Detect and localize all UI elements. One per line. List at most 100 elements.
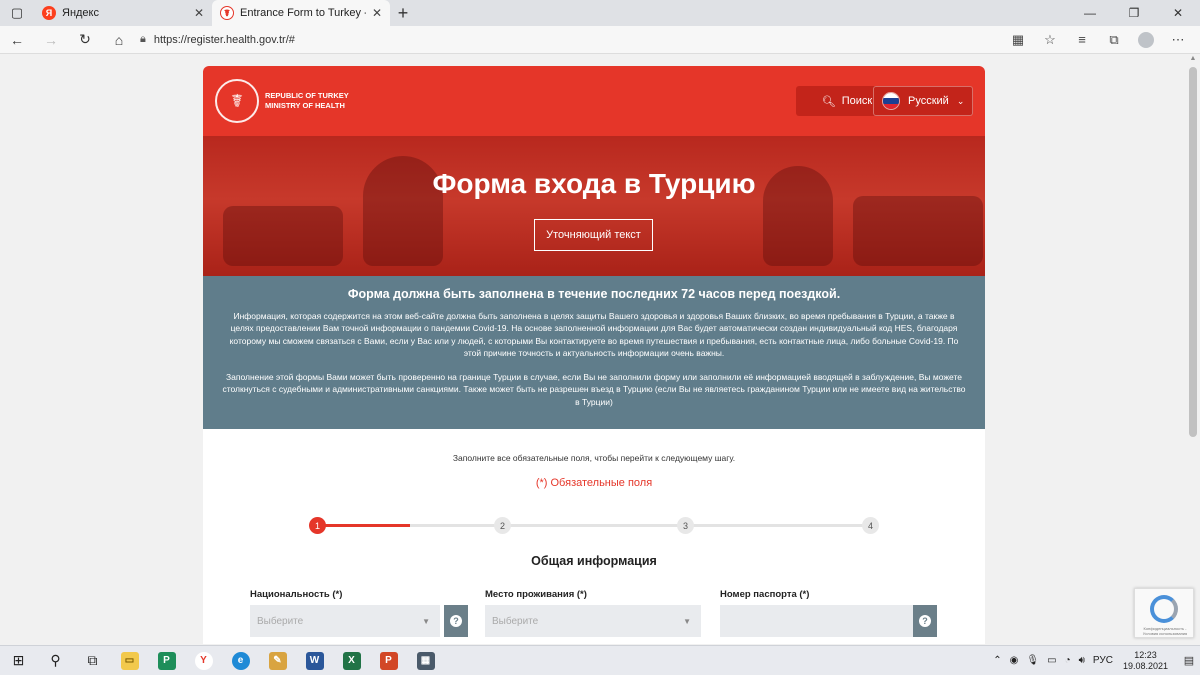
close-tab-icon[interactable]: ✕	[372, 6, 382, 20]
step-3[interactable]: 3	[677, 517, 694, 534]
passport-help-button[interactable]: ?	[913, 605, 937, 637]
tray-app-icon[interactable]: ◉	[1010, 655, 1019, 666]
chevron-down-icon: ⌄	[956, 95, 965, 106]
question-icon: ?	[450, 615, 462, 627]
tab-actions-icon[interactable]: ▢	[0, 0, 34, 26]
favorites-icon[interactable]: ≡	[1066, 26, 1098, 54]
stepper-progress	[318, 524, 410, 527]
residence-select[interactable]: Выберите ▼	[485, 605, 701, 637]
tab-entrance-form[interactable]: ☤ Entrance Form to Turkey - Sağlık ✕	[212, 0, 390, 26]
hero-bg-seat	[853, 196, 983, 266]
back-arrow-icon[interactable]: ←	[0, 26, 34, 54]
language-label: Русский	[908, 95, 949, 107]
battery-icon[interactable]: ▭	[1047, 655, 1056, 666]
info-paragraph-1: Информация, которая содержится на этом в…	[229, 311, 959, 358]
url-text: https://register.health.gov.tr/#	[153, 33, 295, 46]
step-2[interactable]: 2	[494, 517, 511, 534]
health-ministry-favicon-icon: ☤	[220, 6, 234, 20]
logo-line-1: REPUBLIC OF TURKEY	[265, 91, 349, 100]
language-indicator[interactable]: РУС	[1093, 655, 1113, 666]
refresh-icon[interactable]: ↻	[68, 26, 102, 54]
tray-chevron-up-icon[interactable]: ⌃	[993, 655, 1001, 666]
scrollbar-thumb[interactable]	[1189, 67, 1197, 437]
passport-number-label: Номер паспорта (*)	[720, 589, 810, 600]
site-header: ☤ REPUBLIC OF TURKEY MINISTRY OF HEALTH …	[203, 66, 985, 136]
window-controls: — ❐ ✕	[1068, 0, 1200, 26]
recaptcha-icon	[1150, 595, 1178, 623]
calculator-icon[interactable]: ▦	[407, 646, 444, 675]
powerpoint-icon[interactable]: P	[370, 646, 407, 675]
yandex-browser-icon[interactable]: Y	[185, 646, 222, 675]
dropdown-arrow-icon: ▼	[422, 617, 430, 626]
collections-icon[interactable]: ⧉	[1098, 26, 1130, 54]
tab-label: Entrance Form to Turkey - Sağlık	[240, 7, 366, 19]
ministry-logo-icon[interactable]: ☤	[215, 79, 259, 123]
language-select[interactable]: Русский ⌄	[873, 86, 973, 116]
notifications-icon[interactable]: ▤	[1178, 646, 1200, 675]
avatar	[1138, 31, 1154, 48]
publisher-icon[interactable]: P	[148, 646, 185, 675]
clock-date: 19.08.2021	[1122, 660, 1168, 671]
passport-number-input[interactable]	[720, 605, 913, 637]
favorite-add-icon[interactable]: ☆	[1034, 26, 1066, 54]
excel-icon[interactable]: X	[333, 646, 370, 675]
volume-icon[interactable]: 🔊︎	[1079, 655, 1085, 666]
url-field[interactable]: 🔒︎ https://register.health.gov.tr/#	[140, 33, 1002, 46]
nationality-placeholder: Выберите	[257, 615, 304, 627]
word-icon[interactable]: W	[296, 646, 333, 675]
task-view-icon[interactable]: ⧉	[74, 646, 111, 675]
clarifying-text-button[interactable]: Уточняющий текст	[534, 219, 653, 251]
logo-line-2: MINISTRY OF HEALTH	[265, 101, 345, 110]
recaptcha-badge[interactable]: Конфиденциальность - Условия использован…	[1134, 588, 1194, 638]
clock[interactable]: 12:23 19.08.2021	[1123, 650, 1168, 672]
file-explorer-icon[interactable]: ▭	[111, 646, 148, 675]
step-4[interactable]: 4	[862, 517, 879, 534]
nationality-help-button[interactable]: ?	[444, 605, 468, 637]
entrance-form-page: ☤ REPUBLIC OF TURKEY MINISTRY OF HEALTH …	[203, 66, 985, 644]
forward-arrow-icon[interactable]: →	[34, 26, 68, 54]
page-viewport: ☤ REPUBLIC OF TURKEY MINISTRY OF HEALTH …	[0, 55, 1186, 644]
tab-yandex[interactable]: Я Яндекс ✕	[34, 0, 212, 26]
microphone-icon[interactable]: 🎙︎	[1026, 655, 1039, 666]
scroll-up-icon[interactable]: ▲	[1186, 55, 1200, 65]
page-scrollbar[interactable]: ▲	[1186, 55, 1200, 644]
lock-icon[interactable]: 🔒︎	[140, 33, 146, 46]
required-fields-note: (*) Обязательные поля	[535, 477, 653, 489]
search-icon[interactable]: ⚲	[37, 646, 74, 675]
address-bar: ← → ↻ ⌂ 🔒︎ https://register.health.gov.t…	[0, 26, 1200, 54]
nationality-select[interactable]: Выберите ▼	[250, 605, 440, 637]
minimize-icon[interactable]: —	[1068, 0, 1112, 26]
clock-time: 12:23	[1134, 649, 1157, 660]
tab-label: Яндекс	[62, 7, 99, 19]
close-window-icon[interactable]: ✕	[1156, 0, 1200, 26]
form-hint: Заполните все обязательные поля, чтобы п…	[452, 453, 736, 463]
system-tray: ⌃ ◉ 🎙︎ ▭ ◔ 🔊︎ РУС 12:23 19.08.2021 ▤	[989, 646, 1200, 675]
hero-banner: Форма входа в Турцию Уточняющий текст	[203, 136, 985, 276]
close-tab-icon[interactable]: ✕	[194, 6, 204, 20]
russia-flag-icon	[882, 92, 900, 110]
search-icon: 🔍︎	[821, 95, 836, 108]
hero-bg-seat	[223, 206, 343, 266]
residence-label: Место проживания (*)	[485, 589, 587, 600]
maximize-icon[interactable]: ❐	[1112, 0, 1156, 26]
menu-icon[interactable]: ⋯	[1162, 26, 1194, 54]
network-icon[interactable]: ◔	[1065, 655, 1071, 666]
new-tab-icon[interactable]: +	[390, 0, 416, 26]
page-title: Форма входа в Турцию	[432, 168, 756, 199]
residence-placeholder: Выберите	[492, 615, 539, 627]
yandex-favicon-icon: Я	[42, 6, 56, 20]
browser-toolbar: ▦ ☆ ≡ ⧉ ⋯	[1002, 26, 1194, 54]
section-title: Общая информация	[531, 554, 657, 568]
home-icon[interactable]: ⌂	[102, 26, 136, 54]
info-panel: Форма должна быть заполнена в течение по…	[203, 276, 985, 429]
dropdown-arrow-icon: ▼	[683, 617, 691, 626]
start-icon[interactable]: ⊞	[0, 646, 37, 675]
step-1[interactable]: 1	[309, 517, 326, 534]
nationality-label: Национальность (*)	[250, 589, 343, 600]
question-icon: ?	[919, 615, 931, 627]
edge-icon[interactable]: e	[222, 646, 259, 675]
recaptcha-text: Конфиденциальность - Условия использован…	[1142, 626, 1188, 636]
qr-icon[interactable]: ▦	[1002, 26, 1034, 54]
paint-icon[interactable]: ✎	[259, 646, 296, 675]
profile-icon[interactable]	[1130, 26, 1162, 54]
